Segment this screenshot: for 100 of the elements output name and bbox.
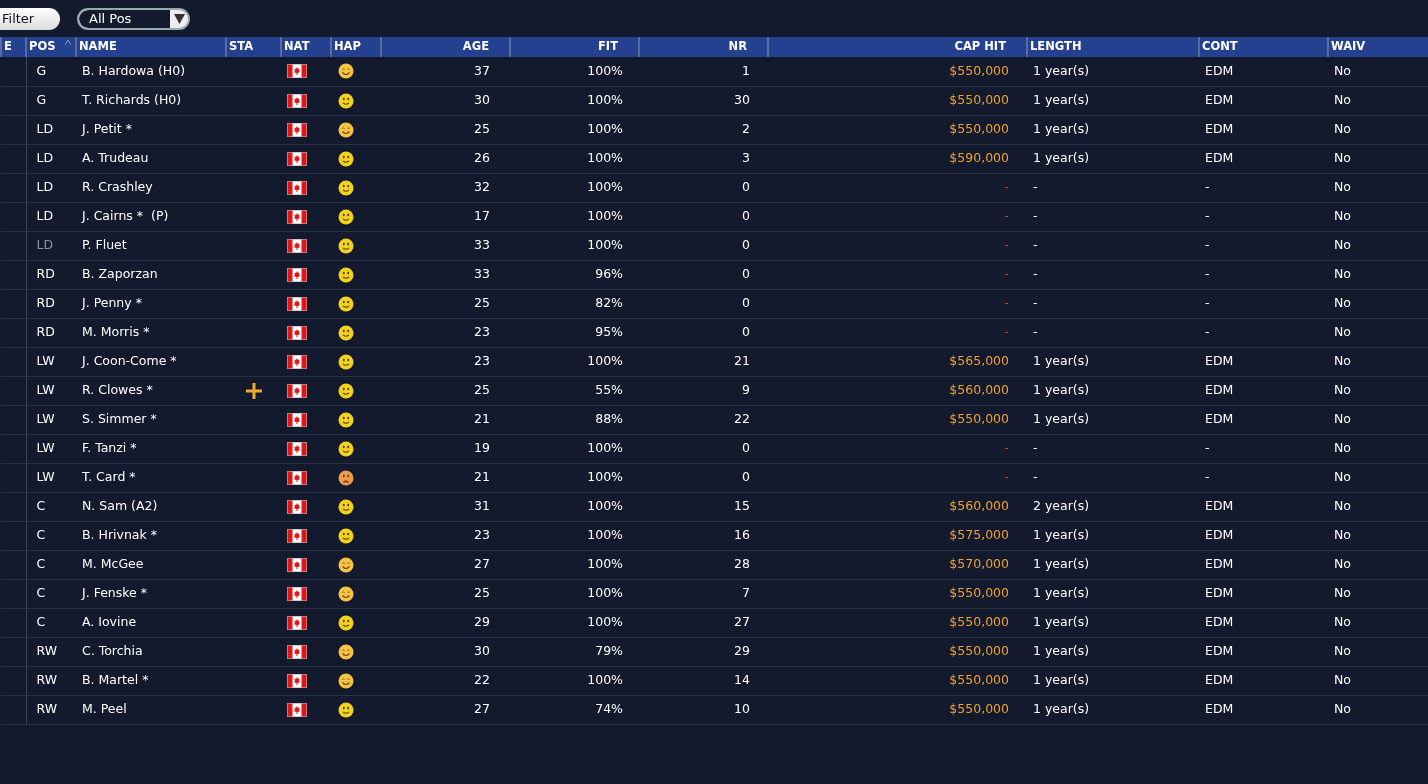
age-cell: 23: [474, 527, 490, 543]
position-cell: G: [36, 92, 47, 108]
fitness-cell: 100%: [587, 208, 623, 224]
canada-flag-icon: [287, 267, 307, 282]
age-cell: 17: [474, 208, 490, 224]
column-header[interactable]: STA: [226, 37, 281, 57]
column-header[interactable]: AGE: [381, 37, 510, 57]
column-header[interactable]: HAP: [331, 37, 381, 57]
contract-team-cell: -: [1205, 295, 1210, 311]
position-cell: RW: [36, 643, 58, 659]
number-cell: 0: [742, 295, 750, 311]
cap-hit-cell: $550,000: [949, 614, 1009, 630]
fitness-cell: 100%: [587, 469, 623, 485]
player-name: J. Coon-Come *: [82, 353, 177, 369]
position-cell: RD: [36, 295, 55, 311]
player-name: T. Richards (H0): [82, 92, 182, 108]
column-header[interactable]: NR: [639, 37, 768, 57]
age-cell: 19: [474, 440, 490, 456]
waivers-cell: No: [1334, 440, 1351, 456]
waivers-cell: No: [1334, 498, 1351, 514]
cap-hit-cell: $590,000: [949, 150, 1009, 166]
column-header[interactable]: LENGTH: [1027, 37, 1199, 57]
caret-icon: [173, 13, 185, 24]
waivers-cell: No: [1334, 643, 1351, 659]
cap-hit-cell: $560,000: [949, 498, 1009, 514]
age-cell: 37: [474, 63, 490, 78]
column-header[interactable]: NAME: [76, 37, 226, 57]
column-header[interactable]: WAIV: [1328, 37, 1428, 57]
canada-flag-icon: [287, 354, 307, 369]
column-header[interactable]: POS: [26, 37, 76, 57]
number-cell: 27: [734, 614, 750, 630]
contract-team-cell: EDM: [1205, 353, 1234, 369]
column-header[interactable]: E: [1, 37, 26, 57]
number-cell: 16: [734, 527, 750, 543]
waivers-cell: No: [1334, 179, 1351, 195]
player-name: M. McGee: [82, 556, 144, 572]
canada-flag-icon: [287, 528, 307, 543]
contract-team-cell: EDM: [1205, 556, 1234, 572]
position-dropdown[interactable]: All Pos: [77, 7, 190, 30]
number-cell: 14: [734, 672, 750, 688]
contract-team-cell: -: [1205, 324, 1210, 340]
canada-flag-icon: [287, 673, 307, 688]
contract-length-cell: 1 year(s): [1033, 411, 1090, 427]
position-cell: C: [36, 498, 46, 514]
contract-team-cell: -: [1205, 237, 1210, 253]
position-cell: RD: [36, 324, 55, 340]
age-cell: 33: [474, 266, 490, 282]
contract-team-cell: EDM: [1205, 121, 1234, 137]
fitness-cell: 100%: [587, 556, 623, 572]
position-cell: RW: [36, 701, 58, 717]
cap-hit-cell: -: [1004, 440, 1009, 456]
filter-button[interactable]: Filter: [0, 7, 60, 30]
number-cell: 28: [734, 556, 750, 572]
contract-length-cell: -: [1033, 266, 1038, 282]
fitness-cell: 82%: [595, 295, 623, 311]
contract-length-cell: -: [1033, 208, 1038, 224]
contract-team-cell: -: [1205, 469, 1210, 485]
number-cell: 9: [742, 382, 750, 398]
contract-team-cell: -: [1205, 266, 1210, 282]
number-cell: 29: [734, 643, 750, 659]
age-cell: 22: [474, 672, 490, 688]
contract-length-cell: 1 year(s): [1033, 614, 1090, 630]
player-name: J. Petit *: [82, 121, 132, 137]
position-cell: LD: [36, 237, 54, 253]
canada-flag-icon: [287, 644, 307, 659]
contract-length-cell: 1 year(s): [1033, 672, 1090, 688]
age-cell: 31: [474, 498, 490, 514]
column-header[interactable]: NAT: [281, 37, 331, 57]
contract-length-cell: 1 year(s): [1033, 353, 1090, 369]
fitness-cell: 100%: [587, 63, 623, 78]
waivers-cell: No: [1334, 150, 1351, 166]
waivers-cell: No: [1334, 237, 1351, 253]
contract-team-cell: EDM: [1205, 585, 1234, 601]
canada-flag-icon: [287, 586, 307, 601]
waivers-cell: No: [1334, 701, 1351, 717]
waivers-cell: No: [1334, 208, 1351, 224]
number-cell: 21: [734, 353, 750, 369]
contract-team-cell: -: [1205, 208, 1210, 224]
column-header[interactable]: FIT: [510, 37, 639, 57]
age-cell: 27: [474, 556, 490, 572]
contract-length-cell: -: [1033, 469, 1038, 485]
age-cell: 21: [474, 469, 490, 485]
player-name: A. Trudeau: [82, 150, 149, 166]
contract-length-cell: 1 year(s): [1033, 585, 1090, 601]
contract-team-cell: EDM: [1205, 63, 1234, 78]
number-cell: 30: [734, 92, 750, 108]
fitness-cell: 100%: [587, 440, 623, 456]
contract-length-cell: 1 year(s): [1033, 527, 1090, 543]
contract-team-cell: EDM: [1205, 498, 1234, 514]
cap-hit-cell: $550,000: [949, 411, 1009, 427]
contract-team-cell: EDM: [1205, 614, 1234, 630]
canada-flag-icon: [287, 238, 307, 253]
waivers-cell: No: [1334, 121, 1351, 137]
cap-hit-cell: $550,000: [949, 701, 1009, 717]
waivers-cell: No: [1334, 469, 1351, 485]
position-cell: LW: [36, 382, 55, 398]
column-header[interactable]: CONT: [1199, 37, 1328, 57]
contract-length-cell: 1 year(s): [1033, 150, 1090, 166]
age-cell: 25: [474, 585, 490, 601]
column-header[interactable]: CAP HIT: [768, 37, 1027, 57]
